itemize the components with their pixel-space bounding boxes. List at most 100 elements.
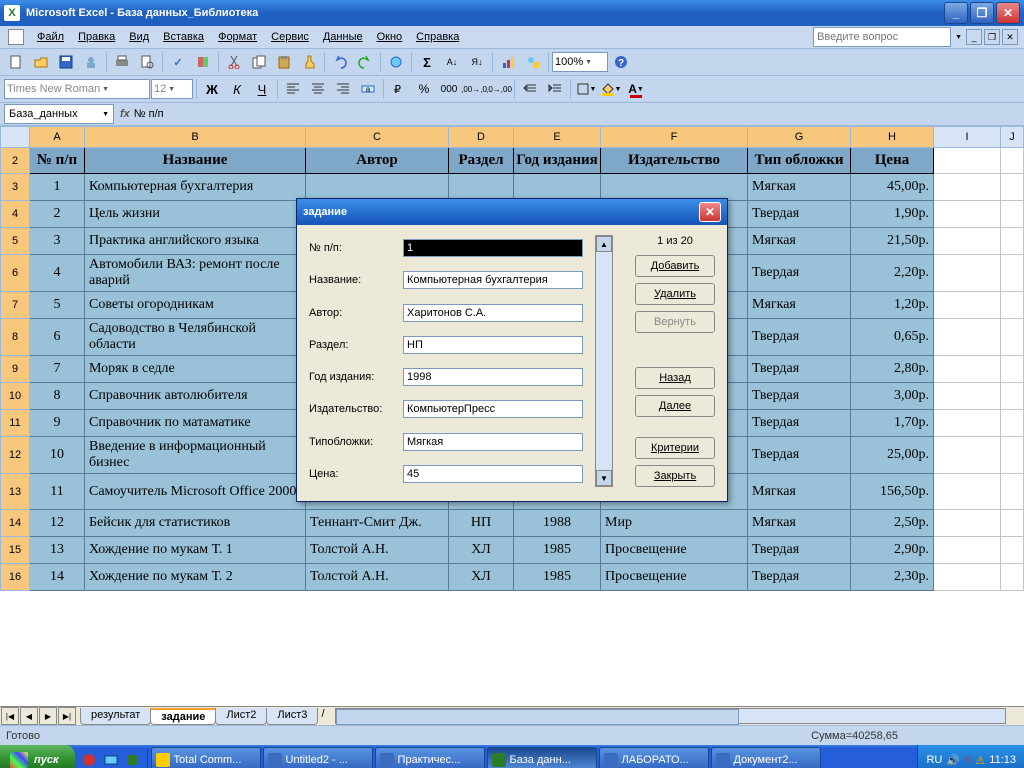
cell[interactable]: 2 (30, 201, 85, 228)
horizontal-scrollbar[interactable] (335, 708, 1007, 724)
cell[interactable]: Толстой А.Н. (306, 537, 449, 564)
cell[interactable]: Введение в информационный бизнес (85, 437, 306, 474)
spelling-icon[interactable]: ✓ (166, 50, 190, 74)
cell[interactable]: Мягкая (748, 510, 851, 537)
cell[interactable]: 5 (30, 292, 85, 319)
permission-icon[interactable] (79, 50, 103, 74)
zoom-combo[interactable]: 100%▼ (552, 52, 608, 72)
sheet-tab-задание[interactable]: задание (150, 708, 216, 725)
cell[interactable]: Цель жизни (85, 201, 306, 228)
cell[interactable]: Автомобили ВАЗ: ремонт после аварий (85, 255, 306, 292)
taskbar-task[interactable]: ЛАБОРАТО... (599, 747, 709, 768)
cell[interactable]: 7 (30, 356, 85, 383)
formula-input[interactable]: № п/п (134, 108, 164, 120)
undo-icon[interactable] (328, 50, 352, 74)
row-header-3[interactable]: 3 (1, 174, 30, 201)
col-header-D[interactable]: D (449, 127, 514, 148)
dialog-button-критерии[interactable]: Критерии (635, 437, 715, 459)
close-button[interactable]: ✕ (996, 2, 1020, 24)
cell[interactable]: 1,90р. (851, 201, 934, 228)
cell[interactable]: 1,70р. (851, 410, 934, 437)
cell[interactable]: 1988 (514, 510, 601, 537)
sheet-tab-Лист3[interactable]: Лист3 (266, 708, 318, 725)
save-icon[interactable] (54, 50, 78, 74)
increase-decimal-icon[interactable]: ,00→,0 (462, 77, 486, 101)
col-header-G[interactable]: G (748, 127, 851, 148)
row-header-15[interactable]: 15 (1, 537, 30, 564)
col-header-A[interactable]: A (30, 127, 85, 148)
fill-color-icon[interactable]: ▼ (599, 77, 623, 101)
cell[interactable]: Просвещение (601, 564, 748, 591)
dialog-button-закрыть[interactable]: Закрыть (635, 465, 715, 487)
new-icon[interactable] (4, 50, 28, 74)
dialog-close-button[interactable]: ✕ (699, 202, 721, 222)
cell[interactable]: Твердая (748, 356, 851, 383)
cell[interactable]: Мягкая (748, 228, 851, 255)
cell[interactable]: 12 (30, 510, 85, 537)
cell[interactable]: 2,50р. (851, 510, 934, 537)
chart-wizard-icon[interactable] (496, 50, 520, 74)
taskbar-task[interactable]: База данн... (487, 747, 597, 768)
cell[interactable]: 1,20р. (851, 292, 934, 319)
cut-icon[interactable] (222, 50, 246, 74)
row-header-11[interactable]: 11 (1, 410, 30, 437)
cell[interactable]: Советы огородникам (85, 292, 306, 319)
cell[interactable]: Хождение по мукам Т. 1 (85, 537, 306, 564)
font-combo[interactable]: Times New Roman▼ (4, 79, 150, 99)
decrease-indent-icon[interactable] (518, 77, 542, 101)
quick-desktop-icon[interactable] (101, 749, 121, 768)
cell[interactable]: 11 (30, 474, 85, 510)
cell[interactable] (449, 174, 514, 201)
italic-icon[interactable]: К (225, 77, 249, 101)
cell[interactable]: Твердая (748, 564, 851, 591)
row-header-5[interactable]: 5 (1, 228, 30, 255)
cell[interactable]: 1 (30, 174, 85, 201)
cell[interactable]: НП (449, 510, 514, 537)
font-color-icon[interactable]: A▼ (624, 77, 648, 101)
cell[interactable]: 14 (30, 564, 85, 591)
comma-icon[interactable]: 000 (437, 77, 461, 101)
tray-language[interactable]: RU (926, 754, 942, 766)
cell[interactable]: Мягкая (748, 292, 851, 319)
cell[interactable]: ХЛ (449, 537, 514, 564)
row-header-13[interactable]: 13 (1, 474, 30, 510)
name-box[interactable]: База_данных▼ (4, 104, 114, 124)
cell[interactable]: Моряк в седле (85, 356, 306, 383)
taskbar-task[interactable]: Практичес... (375, 747, 485, 768)
taskbar-task[interactable]: Total Comm... (151, 747, 261, 768)
fx-icon[interactable]: fx (120, 108, 130, 120)
col-header-B[interactable]: B (85, 127, 306, 148)
cell[interactable]: Самоучитель Microsoft Office 2000 (85, 474, 306, 510)
increase-indent-icon[interactable] (543, 77, 567, 101)
menu-файл[interactable]: Файл (30, 29, 71, 45)
cell[interactable]: Твердая (748, 383, 851, 410)
dialog-record-scrollbar[interactable]: ▲▼ (595, 235, 613, 487)
cell[interactable]: 8 (30, 383, 85, 410)
align-center-icon[interactable] (306, 77, 330, 101)
dialog-button-добавить[interactable]: Добавить (635, 255, 715, 277)
hyperlink-icon[interactable] (384, 50, 408, 74)
cell[interactable]: 25,00р. (851, 437, 934, 474)
sort-desc-icon[interactable]: Я↓ (465, 50, 489, 74)
maximize-button[interactable]: ❐ (970, 2, 994, 24)
percent-icon[interactable]: % (412, 77, 436, 101)
col-header-F[interactable]: F (601, 127, 748, 148)
row-header-4[interactable]: 4 (1, 201, 30, 228)
cell[interactable]: Твердая (748, 201, 851, 228)
form-field-0[interactable] (403, 239, 583, 257)
cell[interactable]: 3 (30, 228, 85, 255)
quick-app-icon[interactable] (123, 749, 143, 768)
row-header-9[interactable]: 9 (1, 356, 30, 383)
cell[interactable]: Твердая (748, 319, 851, 356)
cell[interactable]: 3,00р. (851, 383, 934, 410)
bold-icon[interactable]: Ж (200, 77, 224, 101)
autosum-icon[interactable]: Σ (415, 50, 439, 74)
row-header-10[interactable]: 10 (1, 383, 30, 410)
row-header-16[interactable]: 16 (1, 564, 30, 591)
menu-данные[interactable]: Данные (316, 29, 370, 45)
cell[interactable]: Бейсик для статистиков (85, 510, 306, 537)
cell[interactable]: Хождение по мукам Т. 2 (85, 564, 306, 591)
row-header-7[interactable]: 7 (1, 292, 30, 319)
menu-окно[interactable]: Окно (370, 29, 410, 45)
drawing-icon[interactable] (521, 50, 545, 74)
